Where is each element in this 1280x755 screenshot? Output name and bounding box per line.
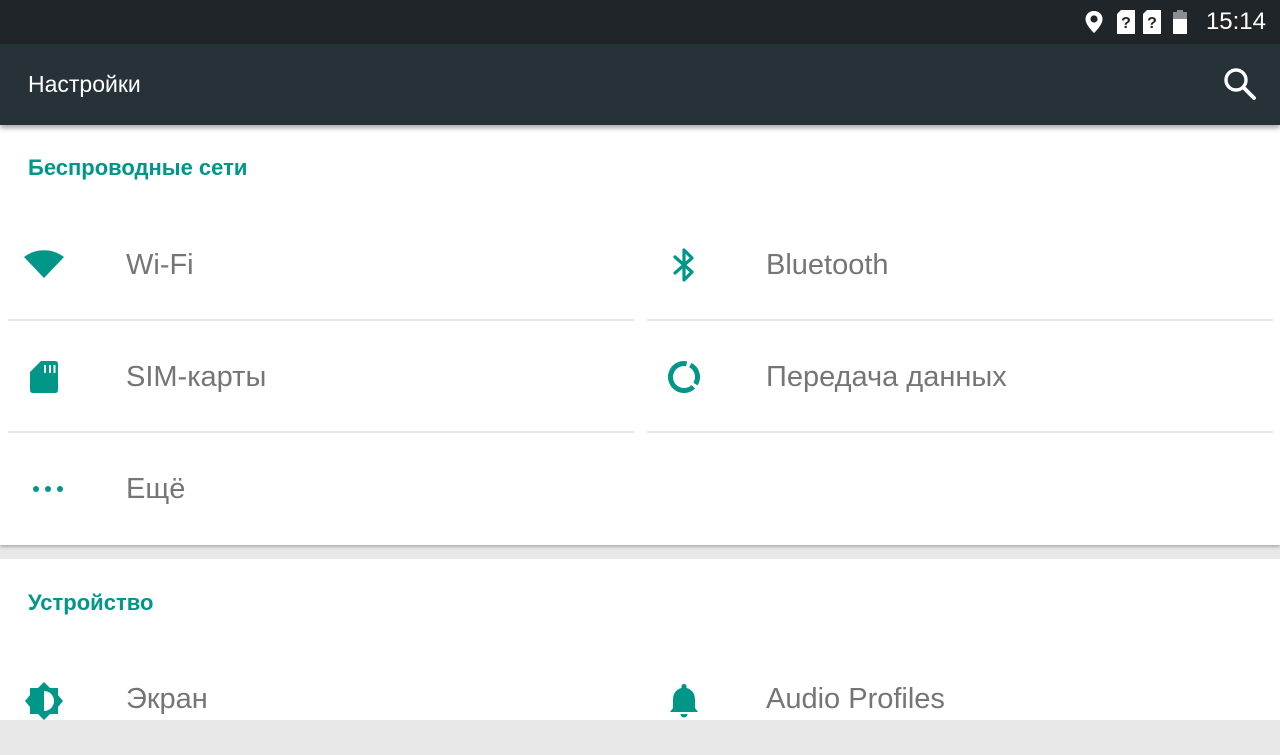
svg-text:?: ? xyxy=(1121,15,1131,32)
divider xyxy=(647,431,1273,433)
sim-card-icon xyxy=(24,357,64,397)
section-device: Устройство Экран Audio Profiles xyxy=(0,559,1280,720)
settings-item-display[interactable]: Экран xyxy=(0,643,640,755)
section-title-wireless: Беспроводные сети xyxy=(28,155,248,180)
svg-text:?: ? xyxy=(1147,15,1157,32)
location-icon xyxy=(1084,10,1104,34)
data-usage-icon xyxy=(664,357,704,397)
settings-item-label: SIM-карты xyxy=(126,361,267,393)
settings-item-label: Audio Profiles xyxy=(766,683,945,715)
settings-item-label: Bluetooth xyxy=(766,249,889,281)
settings-item-data-usage[interactable]: Передача данных xyxy=(640,321,1280,433)
settings-item-more[interactable]: Ещё xyxy=(0,433,640,545)
status-bar: ? ? 15:14 xyxy=(0,0,1280,44)
page-title: Настройки xyxy=(28,71,141,97)
settings-item-label: Wi-Fi xyxy=(126,249,194,281)
search-button[interactable] xyxy=(1222,66,1258,102)
search-icon xyxy=(1222,68,1258,106)
bell-icon xyxy=(664,681,704,721)
section-title-device: Устройство xyxy=(28,590,154,615)
wifi-icon xyxy=(24,245,64,285)
status-time: 15:14 xyxy=(1205,8,1266,35)
sim1-unknown-icon: ? xyxy=(1116,9,1136,35)
settings-item-audio-profiles[interactable]: Audio Profiles xyxy=(640,643,1280,755)
battery-icon xyxy=(1172,9,1188,35)
brightness-icon xyxy=(24,681,64,721)
settings-item-sim-cards[interactable]: SIM-карты xyxy=(0,321,640,433)
settings-item-wifi[interactable]: Wi-Fi xyxy=(0,209,640,321)
app-bar: Настройки xyxy=(0,44,1280,125)
bluetooth-icon xyxy=(664,245,704,285)
sim2-unknown-icon: ? xyxy=(1142,9,1162,35)
settings-item-label: Передача данных xyxy=(766,361,1007,393)
settings-item-bluetooth[interactable]: Bluetooth xyxy=(640,209,1280,321)
section-wireless: Беспроводные сети Wi-Fi Bluetooth SIM-ка… xyxy=(0,125,1280,545)
settings-item-label: Экран xyxy=(126,683,208,715)
status-icons: ? ? 15:14 xyxy=(1084,0,1266,44)
more-icon xyxy=(24,469,64,509)
settings-item-label: Ещё xyxy=(126,473,186,505)
